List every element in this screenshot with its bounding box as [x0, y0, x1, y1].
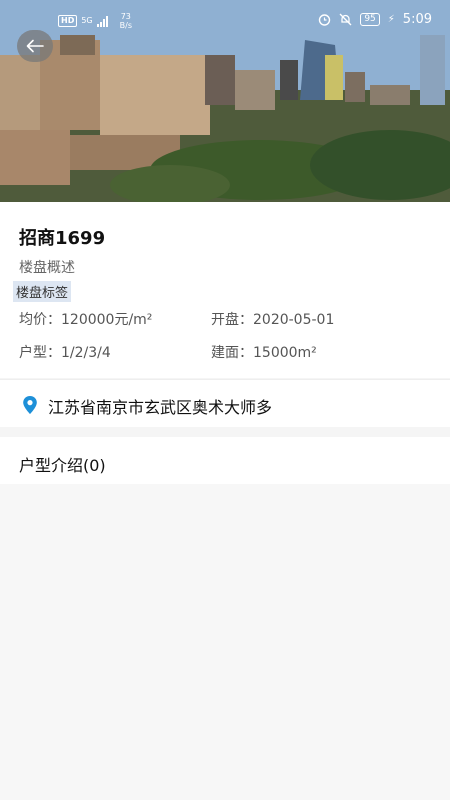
- area-value: 15000m²: [253, 345, 317, 361]
- signal-icon: [96, 15, 108, 27]
- status-bar: HD 5G 73 B/s 95 ⚡ 5:09: [0, 0, 450, 42]
- mute-bell-icon: [339, 13, 352, 26]
- avg-price-value: 120000元/m²: [61, 312, 153, 328]
- opening-row: 开盘：2020-05-01: [211, 309, 334, 329]
- back-button[interactable]: [17, 30, 53, 62]
- area-row: 建面：15000m²: [211, 342, 317, 362]
- layout-row: 户型：1/2/3/4: [19, 342, 111, 362]
- arrow-left-icon: [26, 39, 44, 53]
- layout-label: 户型：: [19, 345, 61, 361]
- avg-price-label: 均价：: [19, 312, 61, 328]
- avg-price-row: 均价：120000元/m²: [19, 309, 152, 329]
- layout-intro-title: 户型介绍(0): [19, 456, 106, 475]
- area-label: 建面：: [211, 345, 253, 361]
- layout-intro-section[interactable]: 户型介绍(0): [0, 437, 450, 484]
- location-pin-icon: [23, 396, 37, 414]
- property-overview: 楼盘概述: [19, 260, 75, 276]
- speed-unit: B/s: [119, 21, 132, 30]
- property-name: 招商1699: [19, 228, 106, 249]
- address-text: 江苏省南京市玄武区奥术大师多: [48, 398, 273, 417]
- alarm-icon: [319, 14, 331, 26]
- clock: 5:09: [402, 12, 432, 27]
- opening-label: 开盘：: [211, 312, 253, 328]
- speed-value: 73: [120, 12, 131, 21]
- empty-content-area: [0, 484, 450, 800]
- network-speed: 73 B/s: [120, 12, 132, 30]
- opening-value: 2020-05-01: [253, 312, 335, 328]
- layout-value: 1/2/3/4: [61, 345, 111, 361]
- network-type: 5G: [81, 16, 93, 25]
- hd-badge: HD: [58, 15, 78, 27]
- battery-level: 95: [360, 13, 380, 26]
- property-tag: 楼盘标签: [13, 281, 72, 302]
- address-row[interactable]: 江苏省南京市玄武区奥术大师多: [0, 379, 450, 427]
- charging-icon: ⚡: [387, 14, 395, 25]
- property-info-card: 招商1699 楼盘概述 楼盘标签 均价：120000元/m² 开盘：2020-0…: [0, 202, 450, 378]
